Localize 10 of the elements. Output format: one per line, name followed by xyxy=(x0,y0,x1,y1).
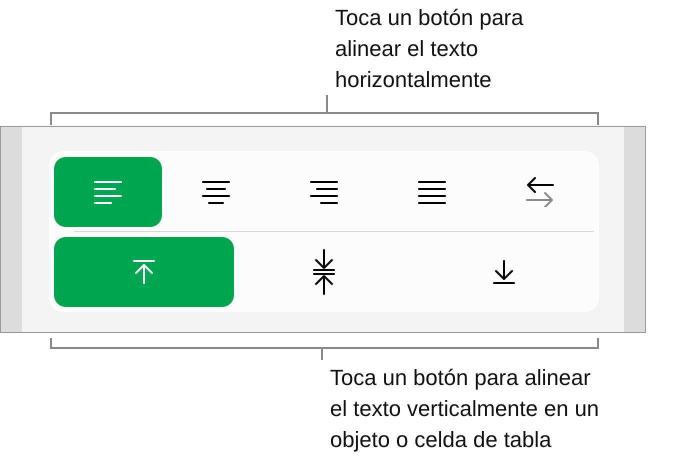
align-top-icon xyxy=(133,260,155,284)
align-left-icon xyxy=(94,180,122,204)
justify-icon xyxy=(418,180,446,204)
align-bottom-icon xyxy=(493,260,515,284)
swap-arrows-icon xyxy=(526,177,554,207)
align-right-icon xyxy=(310,180,338,204)
align-center-icon xyxy=(202,180,230,204)
align-middle-icon xyxy=(313,249,335,295)
callout-text: Toca un botón para alinear el texto horizontalmente xyxy=(334,4,524,94)
callout-text: Toca un botón para alinear el texto verticalmente en un objeto o celda de tabla xyxy=(329,364,600,454)
